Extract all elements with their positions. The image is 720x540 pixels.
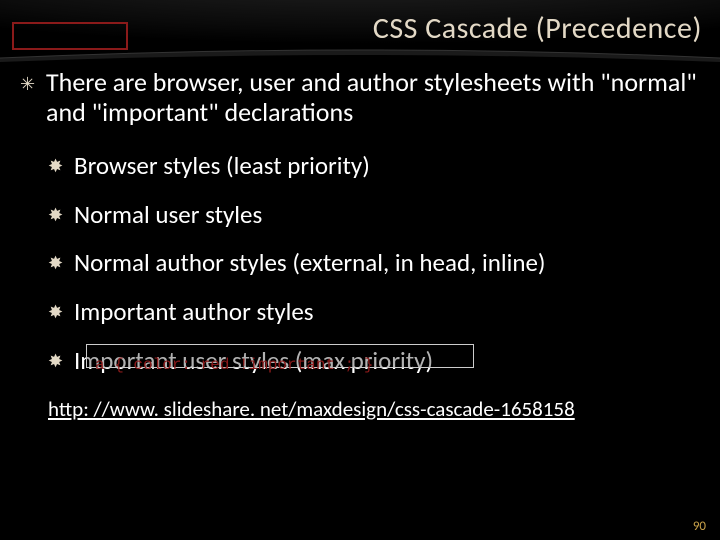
bullet-icon: ✸ (48, 156, 63, 177)
slide: CSS Cascade (Precedence) ✳ There are bro… (0, 0, 720, 540)
title-bar: CSS Cascade (Precedence) (0, 10, 702, 47)
swoosh-divider (0, 48, 720, 60)
list-item-text: Important author styles (74, 296, 314, 327)
list-item: ✸ Important user styles (max priority) a… (18, 337, 702, 386)
main-point-text: There are browser, user and author style… (46, 66, 697, 128)
list-item: ✸ Important author styles (18, 288, 702, 337)
main-point: ✳ There are browser, user and author sty… (18, 68, 702, 128)
bullet-icon: ✸ (48, 253, 63, 274)
code-sample: a { color: red !important ; } (95, 356, 373, 374)
bullet-icon: ✸ (48, 302, 63, 323)
list-item: ✸ Normal author styles (external, in hea… (18, 239, 702, 288)
list-item: ✸ Browser styles (least priority) (18, 142, 702, 191)
list-item: ✸ Normal user styles (18, 191, 702, 240)
reference-link[interactable]: http: //www. slideshare. net/maxdesign/c… (18, 396, 702, 422)
bullet-icon: ✳ (20, 74, 35, 95)
bullet-icon: ✸ (48, 351, 63, 372)
list-item-text: Browser styles (least priority) (74, 150, 370, 181)
bullet-icon: ✸ (48, 205, 63, 226)
list-item-text: Normal user styles (74, 199, 262, 230)
code-box: a { color: red !important ; } (86, 344, 474, 368)
page-number: 90 (693, 519, 706, 534)
content-area: ✳ There are browser, user and author sty… (18, 68, 702, 422)
slide-title: CSS Cascade (Precedence) (373, 10, 702, 47)
list-item-text: Normal author styles (external, in head,… (74, 247, 545, 278)
